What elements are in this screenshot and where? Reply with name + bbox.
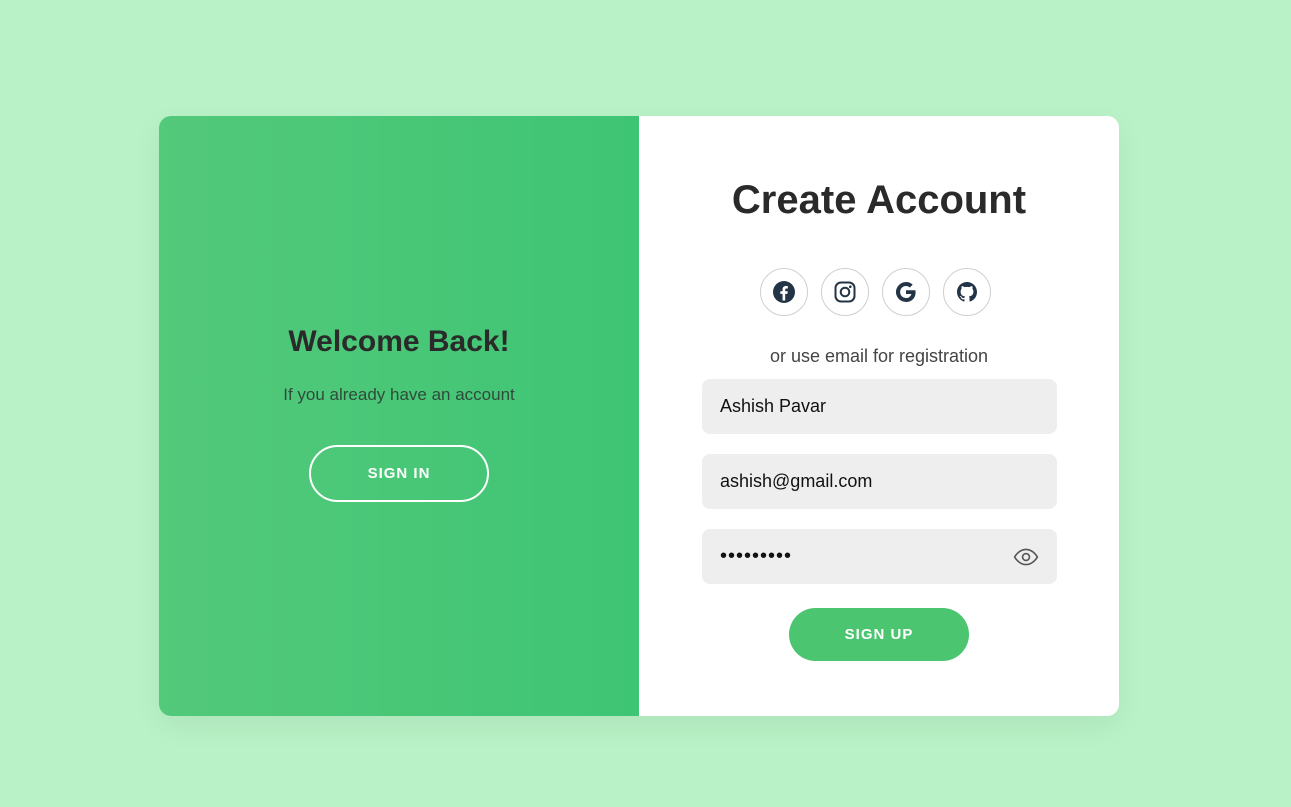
welcome-content: Welcome Back! If you already have an acc…	[159, 322, 639, 502]
sign-up-button[interactable]: SIGN UP	[789, 608, 969, 661]
page-title: Create Account	[731, 178, 1027, 222]
welcome-panel: Welcome Back! If you already have an acc…	[159, 116, 639, 716]
email-input[interactable]	[720, 471, 1039, 492]
password-field[interactable]	[702, 529, 1057, 584]
instagram-button[interactable]	[821, 268, 869, 316]
welcome-title: Welcome Back!	[288, 325, 510, 358]
social-login-row	[760, 268, 991, 316]
registration-hint: or use email for registration	[769, 346, 989, 366]
signup-panel: Create Account or use email for registra…	[639, 116, 1119, 716]
welcome-text: If you already have an account	[283, 385, 515, 404]
google-icon	[896, 281, 916, 302]
google-button[interactable]	[882, 268, 930, 316]
sign-in-button[interactable]: SIGN IN	[309, 445, 489, 502]
password-input[interactable]	[720, 545, 1013, 568]
facebook-icon	[773, 281, 795, 303]
github-button[interactable]	[943, 268, 991, 316]
auth-card: Welcome Back! If you already have an acc…	[159, 116, 1119, 716]
facebook-button[interactable]	[760, 268, 808, 316]
github-icon	[957, 282, 977, 302]
email-field[interactable]	[702, 454, 1057, 509]
name-input[interactable]	[720, 396, 1039, 417]
name-field[interactable]	[702, 379, 1057, 434]
eye-icon[interactable]	[1013, 544, 1039, 570]
instagram-icon	[834, 281, 856, 303]
